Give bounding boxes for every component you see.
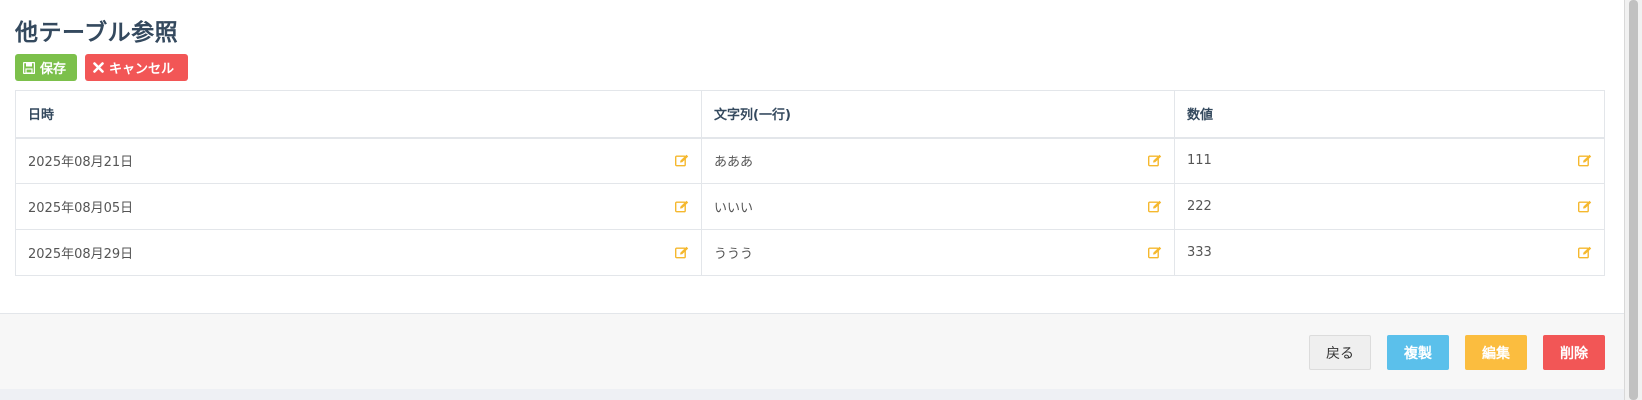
cell-value: ううう [714, 247, 754, 262]
edit-icon[interactable] [1148, 154, 1162, 168]
edit-icon[interactable] [1578, 246, 1592, 260]
footer-bar: 戻る 複製 編集 削除 [0, 313, 1625, 389]
floppy-disk-icon [23, 61, 35, 74]
edit-icon[interactable] [1148, 200, 1162, 214]
table-header-row: 日時 文字列(一行) 数値 [15, 90, 1605, 139]
cell-value: あああ [714, 155, 754, 171]
edit-icon[interactable] [1578, 200, 1592, 214]
table-cell: 2025年08月05日 [15, 183, 702, 230]
times-icon [93, 62, 104, 73]
table-cell: いいい [701, 183, 1175, 230]
table-cell: 2025年08月29日 [15, 229, 702, 276]
delete-button[interactable]: 削除 [1543, 335, 1605, 370]
edit-icon[interactable] [675, 200, 689, 214]
cancel-button-label: キャンセル [109, 62, 175, 77]
table-row: 2025年08月05日 いいい 222 [15, 183, 1605, 230]
edit-icon[interactable] [675, 154, 689, 168]
table-cell: 333 [1174, 229, 1605, 276]
edit-icon[interactable] [1148, 246, 1162, 260]
column-header-text: 文字列(一行) [701, 90, 1175, 139]
save-button-label: 保存 [40, 62, 67, 77]
table-cell: 111 [1174, 137, 1605, 184]
cell-value: いいい [714, 201, 754, 216]
cancel-button[interactable]: キャンセル [85, 54, 188, 81]
cell-value: 222 [1187, 199, 1212, 214]
cell-value: 2025年08月05日 [28, 201, 134, 216]
page-title: 他テーブル参照 [15, 20, 179, 46]
table-row: 2025年08月29日 ううう 333 [15, 229, 1605, 276]
table-cell: あああ [701, 137, 1175, 184]
cell-value: 2025年08月21日 [28, 155, 134, 171]
main-panel: 他テーブル参照 保存 キャンセル 日時 文字列(一行) 数値 2025年08月2… [0, 0, 1625, 389]
vertical-scrollbar[interactable] [1624, 0, 1642, 400]
column-header-datetime: 日時 [15, 90, 702, 139]
edit-button[interactable]: 編集 [1465, 335, 1527, 370]
reference-table: 日時 文字列(一行) 数値 2025年08月21日 あああ 111 2025年0… [15, 90, 1605, 276]
table-cell: ううう [701, 229, 1175, 276]
copy-button[interactable]: 複製 [1387, 335, 1449, 370]
edit-icon[interactable] [675, 246, 689, 260]
table-cell: 2025年08月21日 [15, 137, 702, 184]
save-button[interactable]: 保存 [15, 54, 77, 81]
table-cell: 222 [1174, 183, 1605, 230]
cell-value: 2025年08月29日 [28, 247, 134, 262]
scrollbar-thumb[interactable] [1629, 0, 1638, 400]
table-row: 2025年08月21日 あああ 111 [15, 137, 1605, 184]
edit-icon[interactable] [1578, 154, 1592, 168]
cell-value: 333 [1187, 245, 1212, 260]
back-button[interactable]: 戻る [1309, 335, 1371, 370]
column-header-number: 数値 [1174, 90, 1605, 139]
cell-value: 111 [1187, 153, 1212, 169]
